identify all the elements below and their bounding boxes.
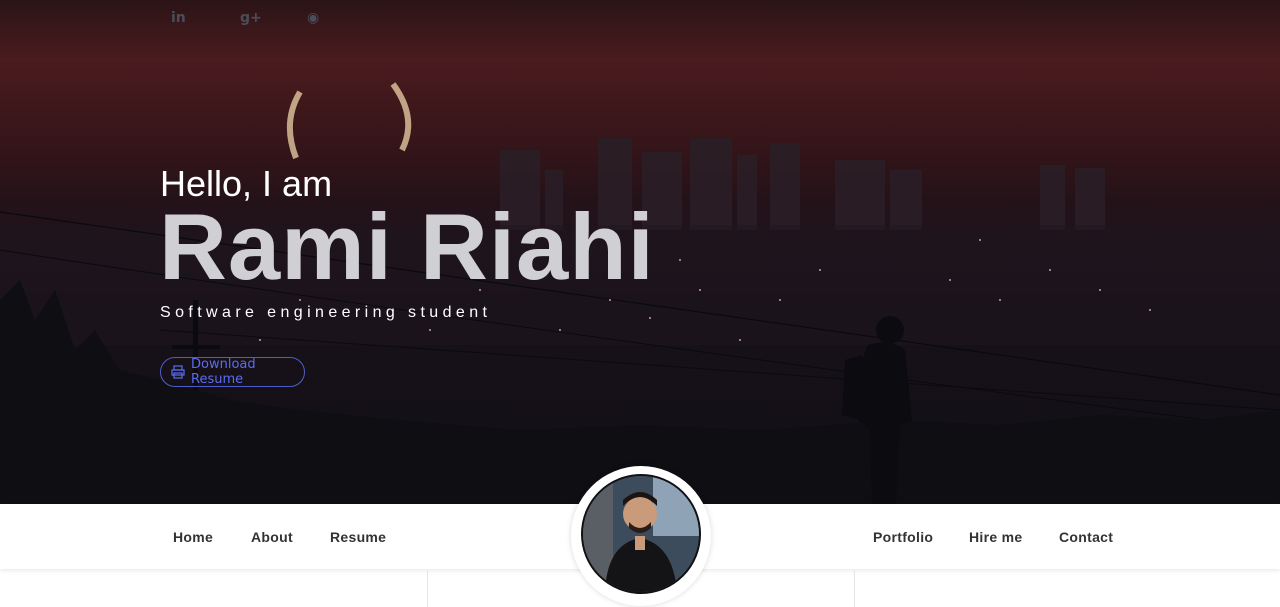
nav-portfolio[interactable]: Portfolio [873, 529, 933, 545]
nav-contact[interactable]: Contact [1059, 529, 1113, 545]
download-resume-label: Download Resume [191, 357, 256, 387]
hero-section: in g+ ◉ Hello, I am Rami Riahi Software … [0, 0, 1280, 504]
linkedin-icon[interactable]: in [171, 10, 186, 32]
column-divider [427, 570, 428, 607]
avatar [581, 474, 701, 594]
print-icon [171, 365, 185, 379]
nav-resume[interactable]: Resume [330, 529, 386, 545]
avatar-frame [571, 466, 711, 606]
profile-photo [583, 476, 699, 592]
hero-subtitle: Software engineering student [160, 304, 492, 321]
download-resume-button[interactable]: Download Resume [160, 357, 305, 387]
google-plus-icon[interactable]: g+ [240, 10, 262, 32]
hero-name: Rami Riahi [159, 194, 655, 299]
nav-home[interactable]: Home [173, 529, 213, 545]
nav-about[interactable]: About [251, 529, 293, 545]
github-icon[interactable]: ◉ [307, 10, 319, 32]
column-divider [854, 570, 855, 607]
nav-hire-me[interactable]: Hire me [969, 529, 1022, 545]
